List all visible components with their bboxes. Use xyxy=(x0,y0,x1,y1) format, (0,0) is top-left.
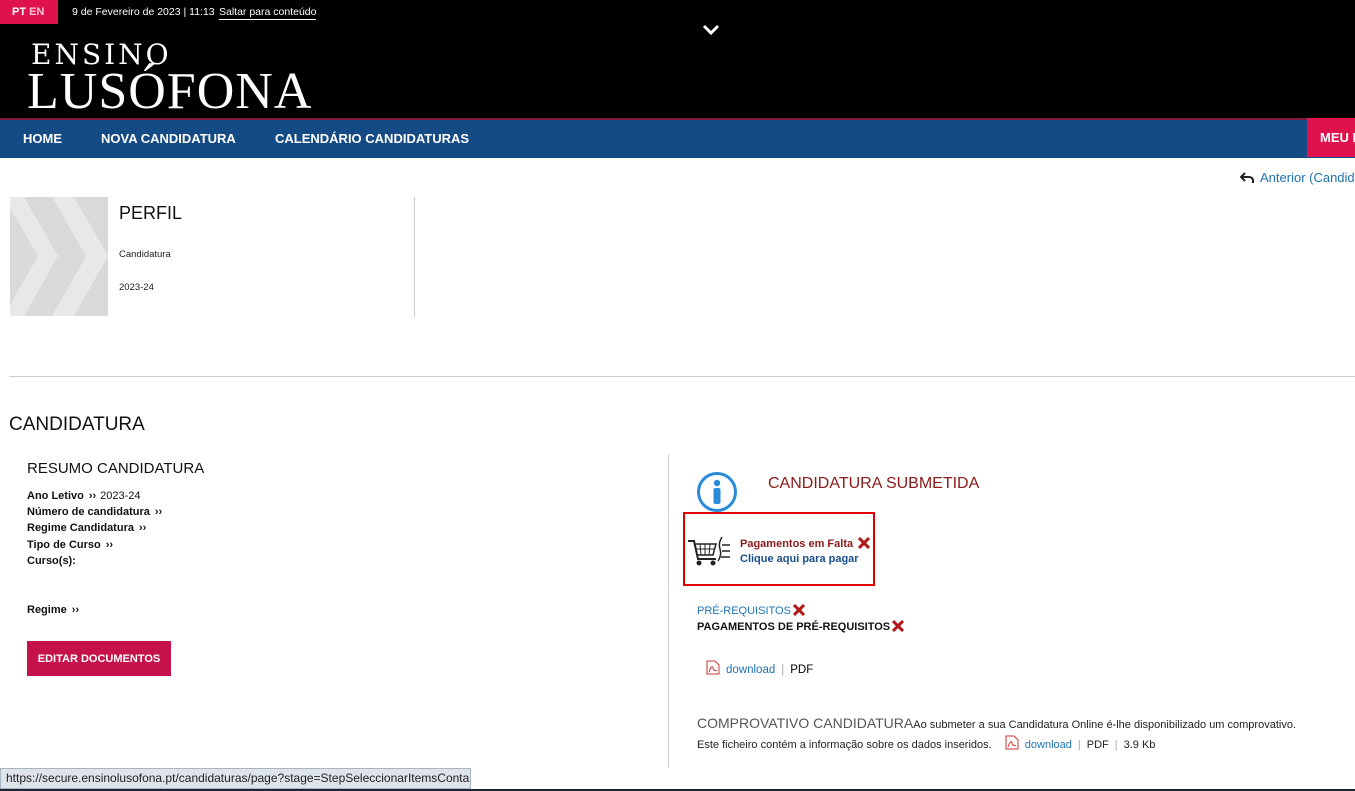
profile-subtitle: Candidatura xyxy=(119,249,171,260)
nav-meu-button[interactable]: MEU I xyxy=(1307,118,1355,157)
prereq-label: PRÉ-REQUISITOS xyxy=(697,604,805,617)
double-chevron-icon: ›› xyxy=(71,604,80,616)
field-ano-letivo: Ano Letivo ›› 2023-24 xyxy=(27,490,141,502)
current-date: 9 de Fevereiro de 2023 | 11:13 xyxy=(72,6,215,18)
prereq-payments-text: PAGAMENTOS DE PRÉ-REQUISITOS xyxy=(697,621,891,633)
profile-placeholder-image xyxy=(10,197,108,316)
red-x-icon xyxy=(892,620,905,632)
browser-status-url: https://secure.ensinolusofona.pt/candida… xyxy=(0,768,471,789)
top-header: PT EN 9 de Fevereiro de 2023 | 11:13 Salt… xyxy=(0,0,1355,118)
file-type: PDF xyxy=(1086,739,1109,751)
double-chevron-icon: ›› xyxy=(88,490,97,502)
profile-year: 2023-24 xyxy=(119,282,154,293)
comprovativo-title: COMPROVATIVO CANDIDATURA xyxy=(697,715,914,731)
field-cursos: Curso(s): xyxy=(27,555,76,567)
payments-missing-label: Pagamentos em Falta xyxy=(740,537,871,550)
lang-en-link[interactable]: EN xyxy=(29,6,44,18)
back-arrow-icon xyxy=(1239,172,1254,183)
language-switcher: PT EN xyxy=(0,0,58,24)
nav-home[interactable]: HOME xyxy=(23,120,62,158)
comprovativo-download-link[interactable]: download xyxy=(1025,739,1072,751)
file-size: 3.9 Kb xyxy=(1123,739,1156,751)
field-numero-candidatura: Número de candidatura ›› xyxy=(27,506,162,518)
prereq-link[interactable]: PRÉ-REQUISITOS xyxy=(697,605,791,617)
prereq-payments-label: PAGAMENTOS DE PRÉ-REQUISITOS xyxy=(697,620,905,633)
field-label: Número de candidatura xyxy=(27,506,150,518)
profile-divider xyxy=(414,197,415,317)
field-value: 2023-24 xyxy=(100,490,141,502)
comprovativo-block: COMPROVATIVO CANDIDATURAAo submeter a su… xyxy=(697,714,1317,755)
separator: | xyxy=(1077,739,1081,751)
pdf-icon xyxy=(1005,735,1019,750)
field-label: Tipo de Curso xyxy=(27,539,101,551)
horizontal-divider xyxy=(9,376,1355,377)
field-regime-candidatura: Regime Candidatura ›› xyxy=(27,522,146,534)
separator: | xyxy=(781,664,785,676)
download-row: download | PDF xyxy=(706,660,813,676)
double-chevron-icon: ›› xyxy=(154,506,163,518)
double-chevron-icon: ›› xyxy=(105,539,114,551)
separator: | xyxy=(1114,739,1118,751)
download-link[interactable]: download xyxy=(726,664,775,676)
field-label: Regime xyxy=(27,604,67,616)
red-x-icon xyxy=(792,604,805,616)
resumo-title: RESUMO CANDIDATURA xyxy=(27,460,205,477)
field-label: Ano Letivo xyxy=(27,490,84,502)
lang-pt-link[interactable]: PT xyxy=(12,6,26,18)
skip-to-content-link[interactable]: Saltar para conteúdo xyxy=(219,6,317,20)
field-regime: Regime ›› xyxy=(27,604,79,616)
pdf-icon xyxy=(706,660,720,675)
field-label: Curso(s): xyxy=(27,555,76,567)
back-link-label: Anterior (Candid xyxy=(1260,170,1355,185)
chevron-down-icon[interactable] xyxy=(700,22,722,38)
logo-bottom-text[interactable]: LUSÓFONA xyxy=(27,66,312,118)
field-tipo-curso: Tipo de Curso ›› xyxy=(27,539,113,551)
column-divider xyxy=(668,454,669,768)
candidatura-status: CANDIDATURA SUBMETIDA xyxy=(768,475,980,492)
section-title: CANDIDATURA xyxy=(9,414,145,435)
red-x-icon xyxy=(858,537,871,549)
nav-nova-candidatura[interactable]: NOVA CANDIDATURA xyxy=(101,120,236,158)
field-label: Regime Candidatura xyxy=(27,522,134,534)
main-nav: HOME NOVA CANDIDATURA CALENDÁRIO CANDIDA… xyxy=(0,120,1355,158)
info-icon xyxy=(697,472,737,512)
file-type: PDF xyxy=(790,664,814,676)
back-link[interactable]: Anterior (Candid xyxy=(1239,170,1355,185)
shopping-cart-icon[interactable] xyxy=(686,533,732,569)
chevrons-icon xyxy=(10,197,108,316)
payments-missing-text: Pagamentos em Falta xyxy=(740,538,854,550)
profile-title: PERFIL xyxy=(119,203,183,223)
pay-now-link[interactable]: Clique aqui para pagar xyxy=(740,553,859,565)
nav-calendario-candidaturas[interactable]: CALENDÁRIO CANDIDATURAS xyxy=(275,120,469,158)
double-chevron-icon: ›› xyxy=(138,522,147,534)
edit-documents-button[interactable]: EDITAR DOCUMENTOS xyxy=(27,641,171,676)
